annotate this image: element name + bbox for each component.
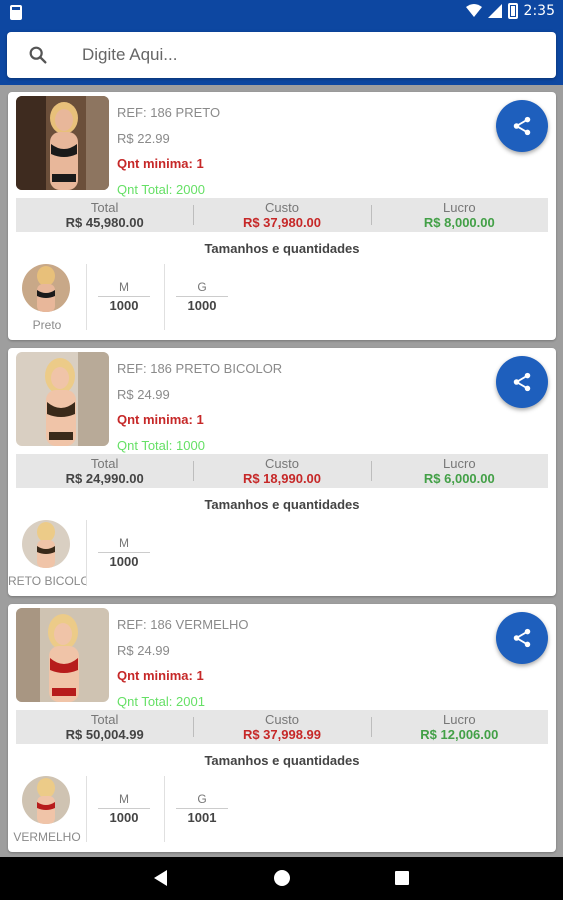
- min-quantity: Qnt minima: 1: [117, 156, 204, 171]
- clock: 2:35: [523, 3, 555, 19]
- search-bar[interactable]: Digite Aqui...: [7, 32, 556, 78]
- sizes-title: Tamanhos e quantidades: [204, 753, 360, 768]
- size-item: M 1000: [98, 792, 150, 825]
- divider: [164, 776, 165, 842]
- color-variant[interactable]: RETO BICOLO: [8, 518, 86, 588]
- totals-row: Total R$ 45,980.00 Custo R$ 37,980.00 Lucr…: [16, 198, 548, 232]
- size-item: G 1001: [176, 792, 228, 825]
- sim-card-icon: [10, 5, 22, 20]
- total-stat: Total R$ 45,980.00: [65, 200, 144, 230]
- min-quantity: Qnt minima: 1: [117, 412, 204, 427]
- product-list[interactable]: REF: 186 PRETO R$ 22.99 Qnt minima: 1 Qn…: [0, 85, 563, 857]
- back-icon[interactable]: [154, 870, 167, 886]
- product-ref: REF: 186 PRETO: [117, 105, 221, 120]
- total-stat: Total R$ 24,990.00: [65, 456, 144, 486]
- divider: [164, 264, 165, 330]
- min-quantity: Qnt minima: 1: [117, 668, 204, 683]
- product-card[interactable]: REF: 186 PRETO R$ 22.99 Qnt minima: 1 Qn…: [8, 92, 556, 340]
- share-icon: [513, 372, 531, 392]
- profit-stat: Lucro R$ 12,006.00: [370, 710, 548, 744]
- divider: [86, 264, 87, 330]
- search-input[interactable]: Digite Aqui...: [82, 45, 177, 65]
- color-name: RETO BICOLO: [8, 574, 86, 588]
- share-button[interactable]: [496, 100, 548, 152]
- product-ref: REF: 186 PRETO BICOLOR: [117, 361, 283, 376]
- product-ref: REF: 186 VERMELHO: [117, 617, 249, 632]
- product-image: [16, 352, 109, 446]
- search-icon[interactable]: [27, 44, 49, 66]
- color-avatar: [22, 776, 70, 824]
- color-name: Preto: [32, 318, 62, 332]
- color-avatar: [22, 264, 70, 312]
- cost-stat: Custo R$ 37,980.00: [193, 198, 370, 232]
- wifi-icon: [465, 4, 482, 17]
- profit-stat: Lucro R$ 6,000.00: [370, 454, 548, 488]
- size-item: M 1000: [98, 280, 150, 313]
- profit-stat: Lucro R$ 8,000.00: [370, 198, 548, 232]
- share-icon: [513, 116, 531, 136]
- product-price: R$ 22.99: [117, 130, 170, 146]
- share-button[interactable]: [496, 356, 548, 408]
- size-item: G 1000: [176, 280, 228, 313]
- product-image: [16, 608, 109, 702]
- share-button[interactable]: [496, 612, 548, 664]
- product-info: REF: 186 VERMELHO R$ 24.99 Qnt minima: 1…: [117, 612, 249, 714]
- product-price: R$ 24.99: [117, 386, 170, 402]
- divider: [86, 520, 87, 586]
- total-stat: Total R$ 50,004.99: [65, 712, 144, 742]
- sizes-title: Tamanhos e quantidades: [204, 241, 360, 256]
- sizes-title: Tamanhos e quantidades: [204, 497, 360, 512]
- share-icon: [513, 628, 531, 648]
- home-icon[interactable]: [274, 870, 290, 886]
- recents-icon[interactable]: [395, 871, 409, 885]
- product-info: REF: 186 PRETO R$ 22.99 Qnt minima: 1 Qn…: [117, 100, 220, 202]
- product-card[interactable]: REF: 186 VERMELHO R$ 24.99 Qnt minima: 1…: [8, 604, 556, 852]
- cost-stat: Custo R$ 18,990.00: [193, 454, 370, 488]
- color-variant[interactable]: Preto: [8, 262, 86, 332]
- navigation-bar: [0, 857, 563, 900]
- color-name: VERMELHO: [13, 830, 81, 844]
- top-app-bar: Digite Aqui...: [0, 25, 563, 85]
- size-item: M 1000: [98, 536, 150, 569]
- status-bar: 2:35: [0, 0, 563, 25]
- color-avatar: [22, 520, 70, 568]
- signal-icon: [487, 4, 502, 18]
- battery-icon: [507, 3, 518, 19]
- product-info: REF: 186 PRETO BICOLOR R$ 24.99 Qnt mini…: [117, 356, 282, 458]
- product-card[interactable]: REF: 186 PRETO BICOLOR R$ 24.99 Qnt mini…: [8, 348, 556, 596]
- totals-row: Total R$ 24,990.00 Custo R$ 18,990.00 Lucr…: [16, 454, 548, 488]
- color-variant[interactable]: VERMELHO: [8, 774, 86, 844]
- divider: [86, 776, 87, 842]
- product-image: [16, 96, 109, 190]
- totals-row: Total R$ 50,004.99 Custo R$ 37,998.99 Lucr…: [16, 710, 548, 744]
- cost-stat: Custo R$ 37,998.99: [193, 710, 370, 744]
- product-price: R$ 24.99: [117, 642, 170, 658]
